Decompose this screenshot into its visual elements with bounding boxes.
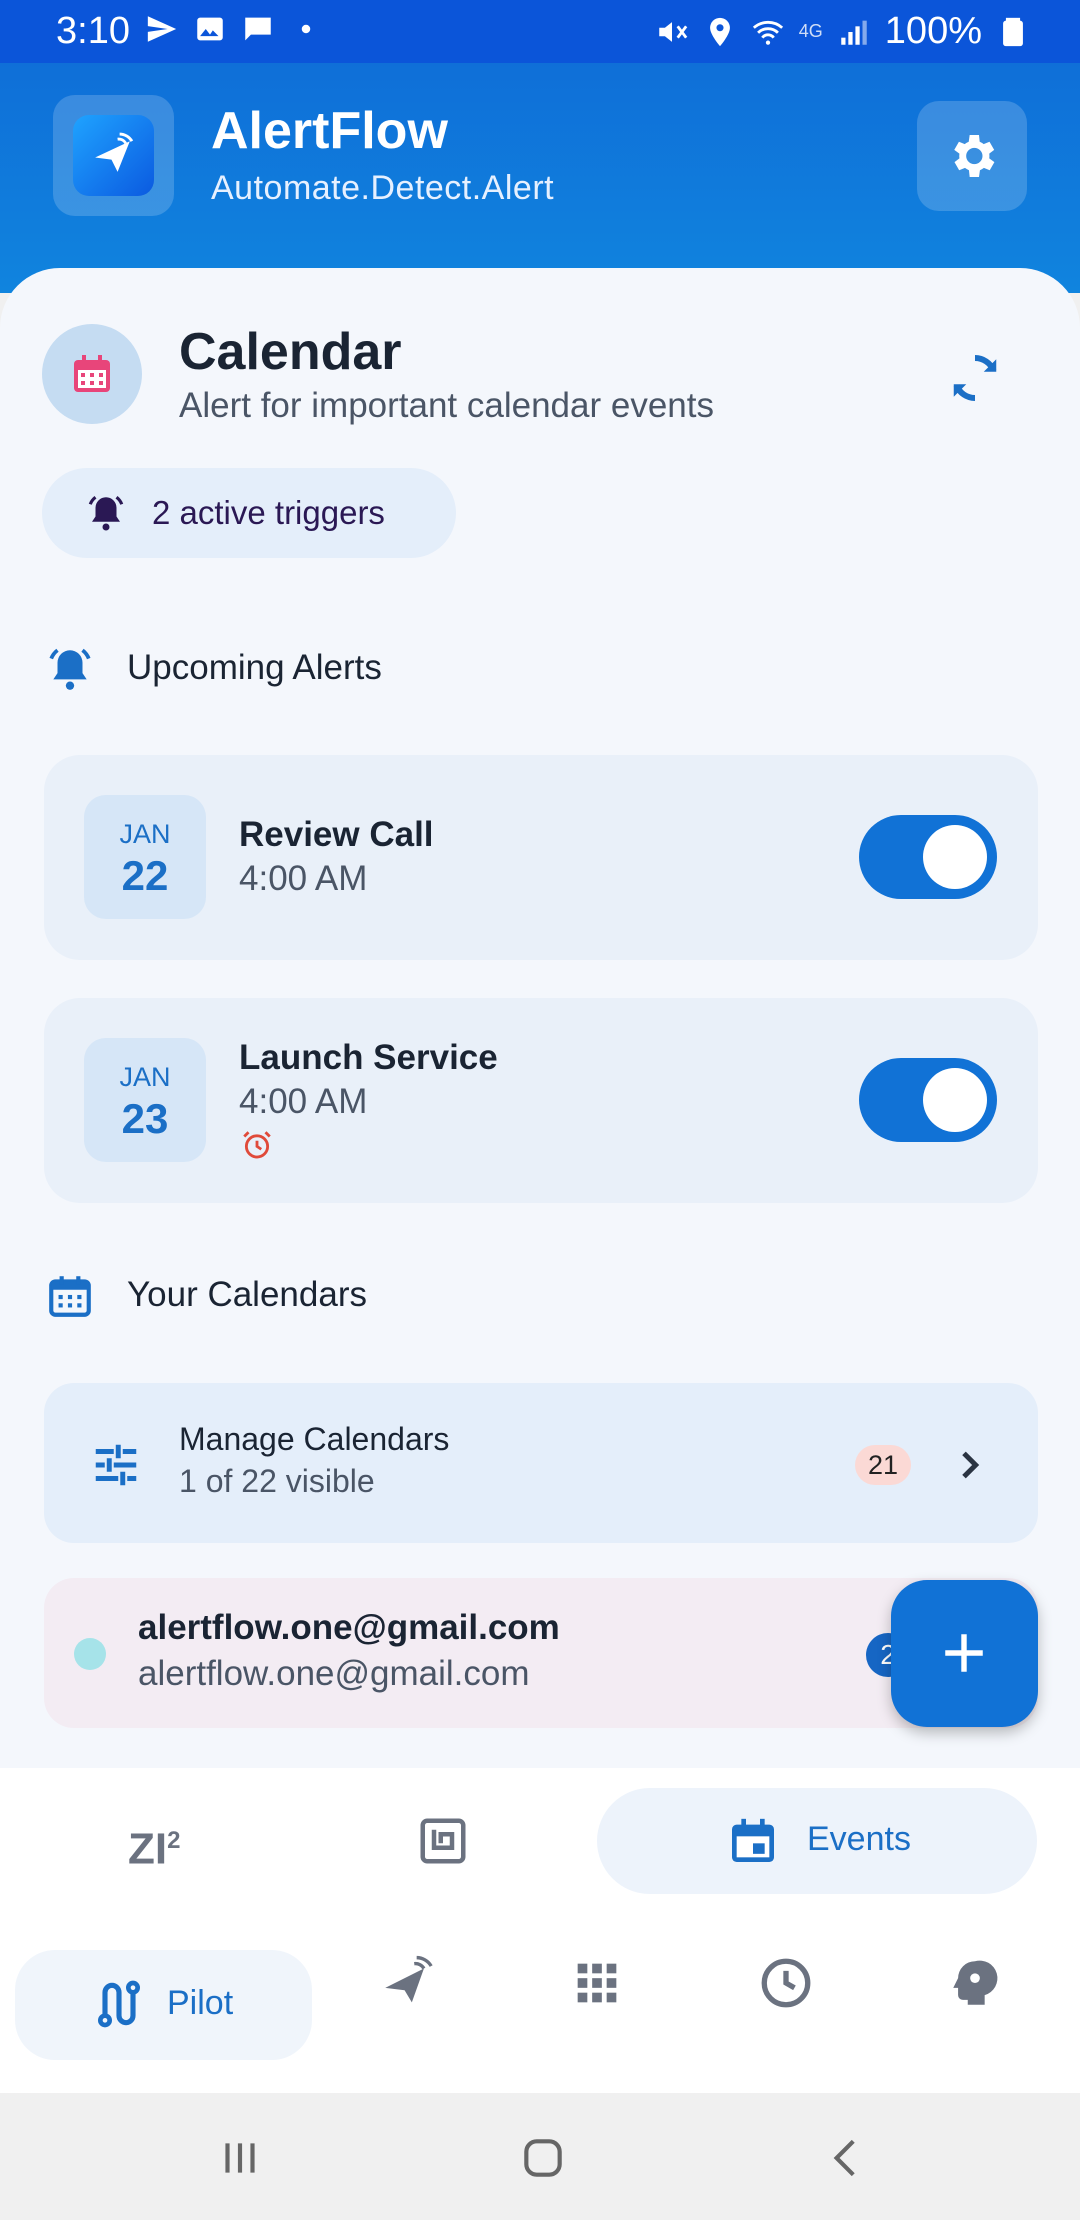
paper-plane-logo-icon [95, 132, 134, 172]
alert-time: 4:00 AM [239, 1082, 368, 1121]
system-navigation [0, 2093, 1080, 2220]
mute-icon [659, 21, 688, 42]
manage-calendars-title: Manage Calendars [179, 1421, 450, 1457]
nfc-icon [420, 1818, 466, 1864]
app-title: AlertFlow [211, 102, 448, 160]
alert-enabled-toggle[interactable] [859, 1058, 997, 1142]
plus-icon [945, 1634, 983, 1672]
alert-title: Review Call [239, 815, 434, 854]
history-clock-icon[interactable] [757, 1954, 815, 2012]
bottom-navigation: Pilot [0, 1928, 1080, 2093]
inner-tab-bar: ZI2 Events [0, 1768, 1080, 1928]
bell-ring-icon [49, 648, 91, 690]
tab-nfc[interactable] [416, 1788, 470, 1894]
route-icon [98, 1980, 140, 2028]
date-badge: JAN 22 [84, 795, 206, 919]
more-dot-icon [301, 24, 311, 34]
signal-icon [841, 20, 867, 45]
alert-card[interactable]: JAN 22 Review Call 4:00 AM [44, 755, 1038, 960]
network-type: 4G [798, 21, 823, 41]
app-header: AlertFlow Automate.Detect.Alert [0, 63, 1080, 293]
status-bar: 3:10 4G 100% [0, 0, 1080, 63]
main-content: Calendar Alert for important calendar ev… [0, 268, 1080, 1768]
manage-calendars-subtitle: 1 of 22 visible [179, 1463, 375, 1499]
home-icon[interactable] [518, 2133, 568, 2183]
gear-icon [954, 135, 995, 177]
battery-percent: 100% [884, 10, 982, 52]
calendar-grid-icon [49, 1276, 91, 1317]
your-calendars-heading: Your Calendars [0, 1265, 1080, 1325]
message-notification-icon [245, 17, 271, 41]
tab-events[interactable]: Events [597, 1788, 1037, 1894]
location-icon [709, 17, 730, 46]
calendar-icon [74, 355, 110, 392]
app-tagline: Automate.Detect.Alert [211, 169, 555, 207]
paper-plane-nav-icon[interactable] [378, 1954, 436, 2012]
account-name: alertflow.one@gmail.com [138, 1608, 560, 1647]
tab-zi[interactable]: ZI2 [128, 1788, 208, 1894]
alert-enabled-toggle[interactable] [859, 815, 997, 899]
page-subtitle: Alert for important calendar events [179, 386, 714, 425]
calendar-color-dot [74, 1638, 106, 1670]
nav-pilot[interactable]: Pilot [15, 1950, 312, 2060]
account-email: alertflow.one@gmail.com [138, 1654, 530, 1693]
back-icon[interactable] [822, 2133, 872, 2183]
active-triggers-label: 2 active triggers [152, 494, 385, 531]
bell-icon [88, 495, 124, 531]
event-calendar-icon [732, 1818, 774, 1862]
calendar-account-row[interactable]: alertflow.one@gmail.com alertflow.one@gm… [44, 1578, 1038, 1728]
hidden-count-badge: 21 [855, 1445, 911, 1485]
refresh-icon[interactable] [945, 348, 1005, 408]
brain-settings-icon[interactable] [946, 1954, 1004, 2012]
alert-card[interactable]: JAN 23 Launch Service 4:00 AM [44, 998, 1038, 1203]
wifi-icon [752, 20, 783, 45]
calendar-section-icon-wrap [42, 324, 142, 424]
manage-calendars-row[interactable]: Manage Calendars 1 of 22 visible 21 [44, 1383, 1038, 1543]
recent-apps-icon[interactable] [215, 2133, 265, 2183]
tune-sliders-icon [95, 1444, 137, 1486]
date-badge: JAN 23 [84, 1038, 206, 1162]
active-triggers-chip[interactable]: 2 active triggers [42, 468, 456, 558]
status-time: 3:10 [56, 10, 130, 52]
apps-grid-icon[interactable] [568, 1954, 626, 2012]
settings-button[interactable] [917, 101, 1027, 211]
send-notification-icon [147, 16, 177, 42]
alert-time: 4:00 AM [239, 859, 368, 898]
alert-title: Launch Service [239, 1038, 498, 1077]
page-title: Calendar [179, 323, 402, 381]
image-notification-icon [197, 17, 223, 41]
app-logo [53, 95, 174, 216]
chevron-right-icon [962, 1451, 980, 1479]
battery-icon [1003, 17, 1023, 46]
alarm-clock-icon [243, 1131, 271, 1159]
upcoming-alerts-heading: Upcoming Alerts [0, 638, 1080, 698]
add-button[interactable] [891, 1580, 1038, 1727]
